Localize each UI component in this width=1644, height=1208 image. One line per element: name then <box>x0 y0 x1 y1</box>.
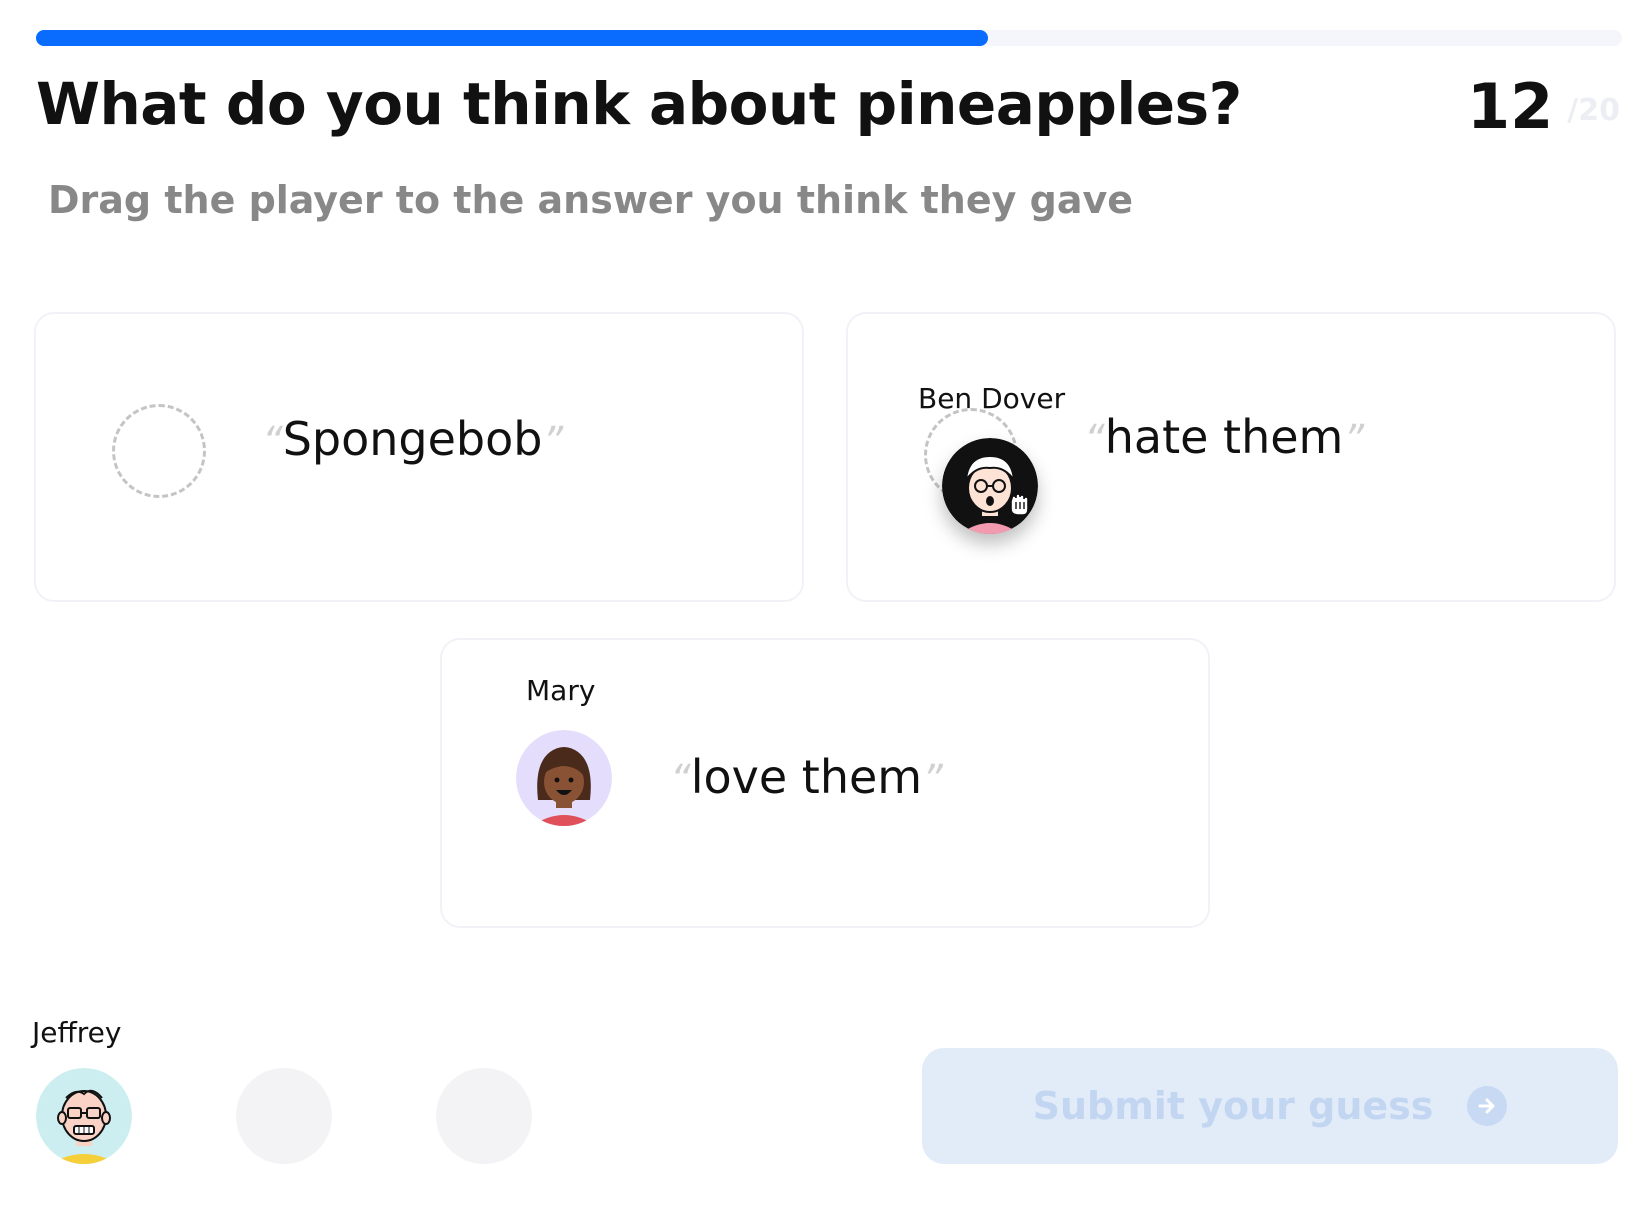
question-total: /20 <box>1567 93 1620 128</box>
submit-label: Submit your guess <box>1032 1084 1434 1128</box>
answer-label: hate them <box>1104 410 1344 464</box>
answer-card-spongebob[interactable]: “Spongebob” <box>34 312 804 602</box>
answer-text: “hate them” <box>1084 410 1364 464</box>
player-name-mary: Mary <box>526 674 596 707</box>
progress-bar <box>36 30 1622 46</box>
answer-text: “love them” <box>670 750 943 804</box>
answer-label: love them <box>690 750 923 804</box>
answer-card-love-them[interactable]: Mary “love them” <box>440 638 1210 928</box>
empty-player-slot <box>236 1068 332 1164</box>
player-name-jeffrey: Jeffrey <box>32 1016 122 1049</box>
answer-label: Spongebob <box>282 412 543 466</box>
jeffrey-face-icon <box>36 1068 132 1164</box>
player-drop-slot[interactable] <box>112 404 206 498</box>
jeffrey-avatar[interactable] <box>36 1068 132 1164</box>
instruction-text: Drag the player to the answer you think … <box>48 178 1134 222</box>
question-counter: 12/20 <box>1467 70 1620 143</box>
ben-dover-face-icon <box>942 438 1038 534</box>
submit-guess-button[interactable]: Submit your guess <box>922 1048 1618 1164</box>
close-quote: ” <box>1343 417 1365 463</box>
close-quote: ” <box>542 419 564 465</box>
close-quote: ” <box>922 757 943 803</box>
open-quote: “ <box>670 757 691 803</box>
answer-text: “Spongebob” <box>262 412 563 466</box>
question-title: What do you think about pineapples? <box>36 70 1242 138</box>
grab-cursor-icon <box>1010 493 1029 516</box>
question-number: 12 <box>1467 70 1554 143</box>
player-name-ben-dover: Ben Dover <box>918 382 1066 415</box>
mary-avatar[interactable] <box>516 730 612 826</box>
arrow-right-circle-icon <box>1467 1086 1508 1126</box>
mary-face-icon <box>516 730 612 826</box>
open-quote: “ <box>1084 417 1105 463</box>
empty-player-slot <box>436 1068 532 1164</box>
open-quote: “ <box>262 419 283 465</box>
answer-card-hate-them[interactable]: Ben Dover “hate them” <box>846 312 1616 602</box>
ben-dover-avatar[interactable] <box>942 438 1038 534</box>
progress-fill <box>36 30 988 46</box>
